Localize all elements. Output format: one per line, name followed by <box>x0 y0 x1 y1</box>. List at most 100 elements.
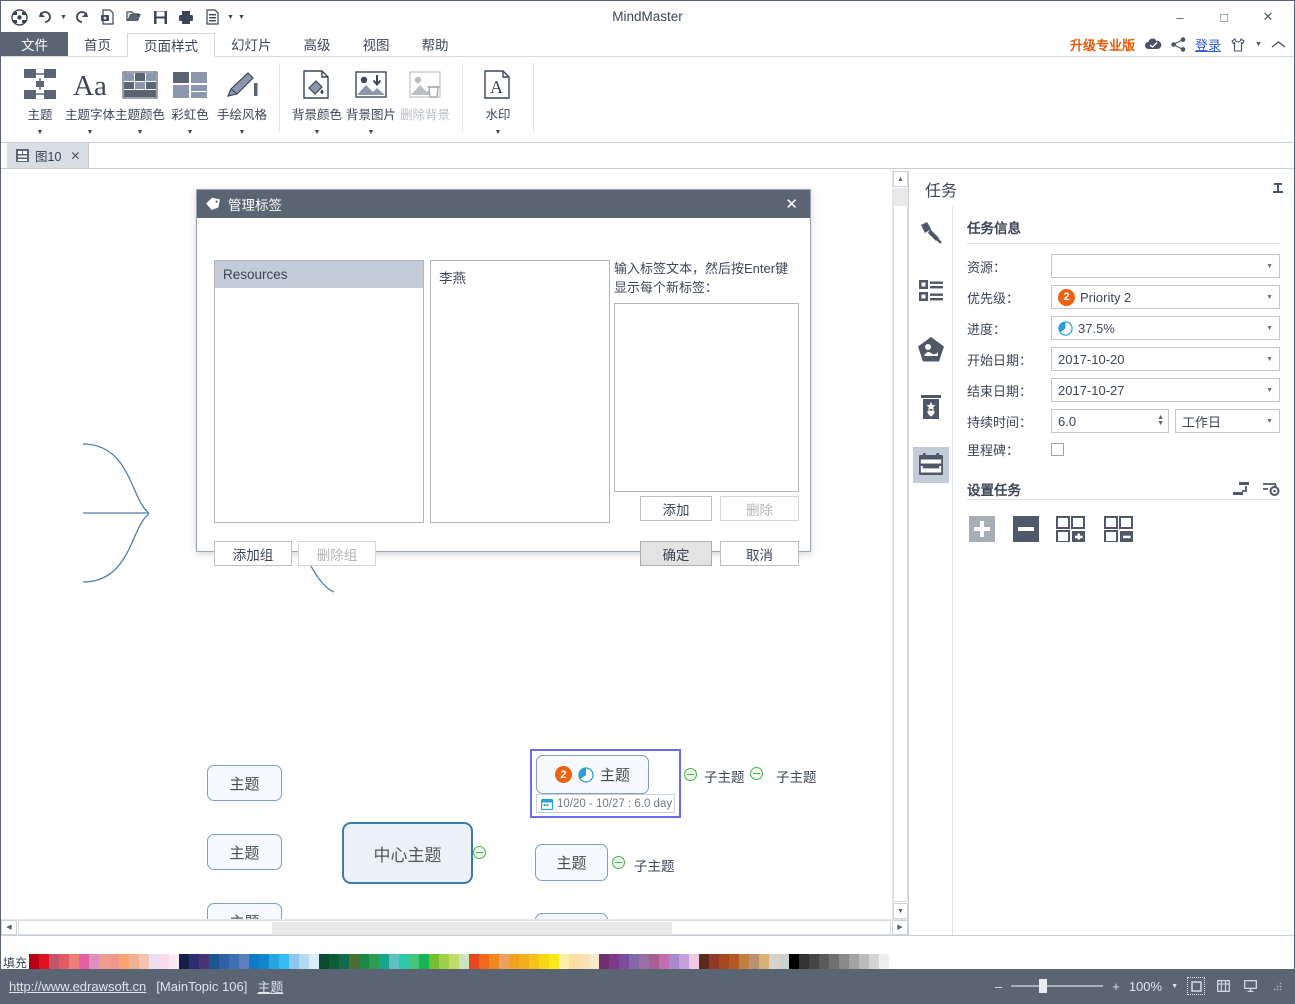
color-swatch[interactable] <box>329 954 339 970</box>
theme-dropdown-caret[interactable]: ▼ <box>1255 41 1262 48</box>
color-swatch[interactable] <box>439 954 449 970</box>
mindmap-node-right-1[interactable]: 主题 <box>535 844 608 881</box>
ribbon-button-hand-drawn[interactable]: 手绘风格 ▼ <box>215 63 269 136</box>
ribbon-caret-watermark[interactable]: ▼ <box>495 129 502 136</box>
color-swatch[interactable] <box>679 954 689 970</box>
color-swatch[interactable] <box>219 954 229 970</box>
color-swatch[interactable] <box>59 954 69 970</box>
color-swatch[interactable] <box>499 954 509 970</box>
chevron-down-icon[interactable]: ▼ <box>1266 418 1273 425</box>
color-swatch[interactable] <box>749 954 759 970</box>
ribbon-button-background-image[interactable]: 背景图片 ▼ <box>344 63 398 136</box>
color-swatch[interactable] <box>599 954 609 970</box>
color-swatch[interactable] <box>649 954 659 970</box>
mindmap-task-node[interactable]: 2 主题 <box>536 755 649 794</box>
color-swatch[interactable] <box>759 954 769 970</box>
color-swatch[interactable] <box>519 954 529 970</box>
canvas-vertical-scrollbar[interactable]: ▲ ▼ <box>892 171 908 919</box>
cancel-button[interactable]: 取消 <box>720 541 799 566</box>
collapse-toggle-right-1[interactable] <box>612 856 625 869</box>
color-swatch[interactable] <box>739 954 749 970</box>
color-swatch[interactable] <box>229 954 239 970</box>
horizontal-scroll-track[interactable] <box>18 920 891 935</box>
color-swatch[interactable] <box>89 954 99 970</box>
color-swatch[interactable] <box>789 954 799 970</box>
color-swatch[interactable] <box>359 954 369 970</box>
tab-advanced[interactable]: 高级 <box>288 32 347 56</box>
mindmap-subtopic-2[interactable]: 子主题 <box>776 766 817 786</box>
tab-page-style[interactable]: 页面样式 <box>127 33 215 57</box>
horizontal-scroll-thumb[interactable] <box>272 922 672 935</box>
color-swatch[interactable] <box>189 954 199 970</box>
color-swatch[interactable] <box>569 954 579 970</box>
color-swatch[interactable] <box>709 954 719 970</box>
ribbon-caret-theme-color[interactable]: ▼ <box>137 129 144 136</box>
collapse-ribbon-icon[interactable] <box>1271 40 1286 49</box>
ribbon-caret-theme-font[interactable]: ▼ <box>87 129 94 136</box>
color-swatch[interactable] <box>589 954 599 970</box>
ribbon-caret-rainbow-color[interactable]: ▼ <box>187 129 194 136</box>
tags-listbox[interactable]: 李燕 <box>430 260 610 523</box>
ribbon-button-theme-color[interactable]: 主题颜色 ▼ <box>115 63 165 136</box>
remove-task-button[interactable] <box>1011 514 1041 544</box>
milestone-checkbox[interactable] <box>1051 443 1064 456</box>
tab-slideshow[interactable]: 幻灯片 <box>215 32 288 56</box>
color-swatch[interactable] <box>269 954 279 970</box>
badge-icon[interactable] <box>913 389 949 425</box>
color-swatch[interactable] <box>69 954 79 970</box>
color-swatch[interactable] <box>29 954 39 970</box>
color-swatch[interactable] <box>829 954 839 970</box>
color-swatch[interactable] <box>309 954 319 970</box>
ribbon-button-background-color[interactable]: 背景颜色 ▼ <box>290 63 344 136</box>
color-swatch[interactable] <box>399 954 409 970</box>
start-date-select[interactable]: 2017-10-20 ▼ <box>1051 347 1280 371</box>
group-list-item[interactable]: Resources <box>215 261 423 288</box>
progress-select[interactable]: 37.5% ▼ <box>1051 316 1280 340</box>
color-swatch-strip[interactable] <box>29 954 889 970</box>
color-swatch[interactable] <box>449 954 459 970</box>
ribbon-caret-background-image[interactable]: ▼ <box>368 129 375 136</box>
add-tag-button[interactable]: 添加 <box>640 496 712 521</box>
color-swatch[interactable] <box>39 954 49 970</box>
color-swatch[interactable] <box>729 954 739 970</box>
collapse-toggle-subtopic-1[interactable] <box>750 767 763 780</box>
canvas-horizontal-scrollbar[interactable]: ◀ ▶ <box>1 919 908 935</box>
ok-button[interactable]: 确定 <box>640 541 712 566</box>
upgrade-pro-link[interactable]: 升级专业版 <box>1070 35 1135 54</box>
remove-subtask-button[interactable] <box>1103 514 1137 544</box>
pin-icon[interactable] <box>1272 182 1284 196</box>
color-swatch[interactable] <box>369 954 379 970</box>
task-date-bar[interactable]: 10/20 - 10/27 : 6.0 day <box>536 794 675 813</box>
color-swatch[interactable] <box>869 954 879 970</box>
color-swatch[interactable] <box>139 954 149 970</box>
chevron-down-icon[interactable]: ▼ <box>1266 325 1273 332</box>
website-link[interactable]: http://www.edrawsoft.cn <box>9 979 146 994</box>
tab-view[interactable]: 视图 <box>347 32 406 56</box>
color-swatch[interactable] <box>419 954 429 970</box>
add-task-button[interactable] <box>967 514 997 544</box>
close-button[interactable]: ✕ <box>1246 1 1290 33</box>
zoom-slider[interactable] <box>1011 979 1104 993</box>
resource-select[interactable]: ▼ <box>1051 254 1280 278</box>
color-swatch[interactable] <box>859 954 869 970</box>
chevron-down-icon[interactable]: ▼ <box>1266 356 1273 363</box>
ribbon-caret-background-color[interactable]: ▼ <box>314 129 321 136</box>
color-swatch[interactable] <box>149 954 159 970</box>
color-swatch[interactable] <box>579 954 589 970</box>
color-swatch[interactable] <box>289 954 299 970</box>
color-swatch[interactable] <box>689 954 699 970</box>
share-icon[interactable] <box>1171 37 1186 52</box>
ribbon-button-watermark[interactable]: A 水印 ▼ <box>473 63 523 136</box>
color-swatch[interactable] <box>819 954 829 970</box>
tab-file[interactable]: 文件 <box>1 32 68 56</box>
add-subtask-button[interactable] <box>1055 514 1089 544</box>
scroll-right-button[interactable]: ▶ <box>892 920 908 935</box>
color-swatch[interactable] <box>529 954 539 970</box>
mindmap-node-left-3[interactable]: 主题 <box>207 903 282 919</box>
color-swatch[interactable] <box>489 954 499 970</box>
grid-view-icon[interactable] <box>1214 977 1232 995</box>
maximize-button[interactable]: □ <box>1202 1 1246 33</box>
document-tab-close-icon[interactable]: ✕ <box>70 149 80 163</box>
color-swatch[interactable] <box>619 954 629 970</box>
color-swatch[interactable] <box>799 954 809 970</box>
